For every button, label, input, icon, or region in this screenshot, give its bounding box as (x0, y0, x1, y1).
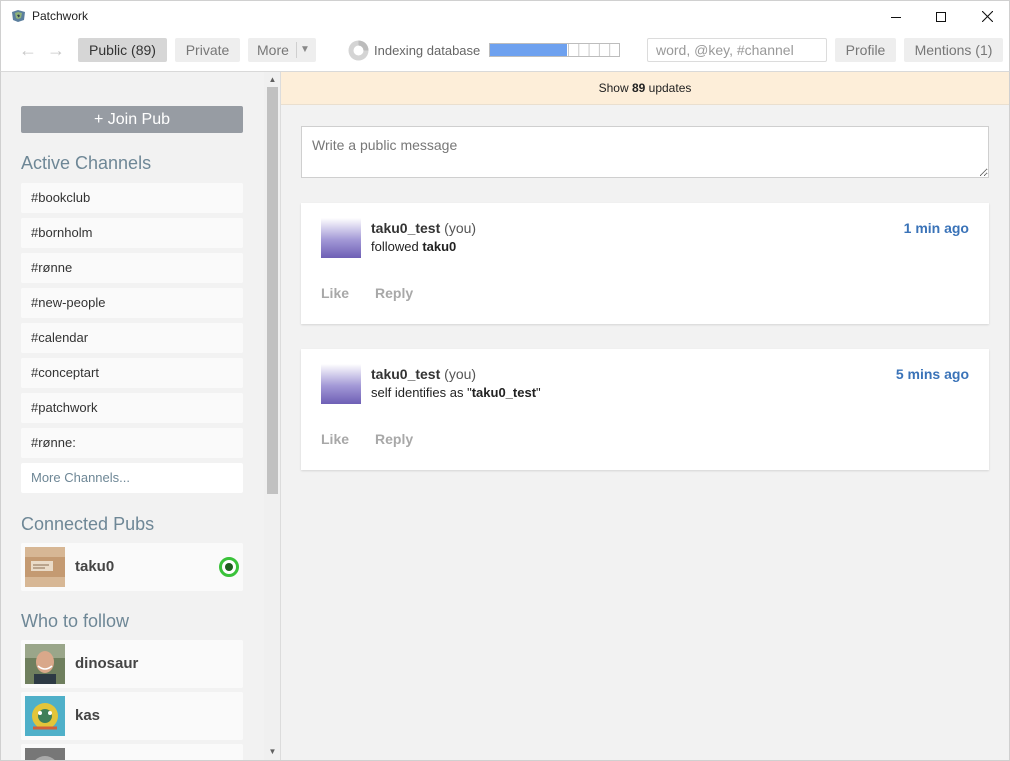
post-timestamp[interactable]: 1 min ago (904, 220, 969, 236)
channel-item[interactable]: #rønne: (21, 428, 243, 458)
show-updates-bar[interactable]: Show 89 updates (281, 72, 1009, 105)
content-suffix: " (536, 385, 541, 400)
close-button[interactable] (964, 1, 1010, 32)
more-menu-button[interactable]: More ▼ (248, 38, 316, 62)
feed-post: taku0_test (you) self identifies as "tak… (301, 349, 989, 470)
main-feed: Show 89 updates taku0_test (you) followe… (281, 72, 1010, 761)
toolbar: ← → Public (89) Private More ▼ Indexing … (0, 31, 1010, 72)
user-avatar (25, 696, 65, 736)
content-text: self identifies as " (371, 385, 472, 400)
pub-name: taku0 (75, 558, 115, 575)
forward-arrow-icon[interactable]: → (46, 40, 66, 60)
post-author-line: taku0_test (you) (371, 366, 476, 382)
channel-item[interactable]: #patchwork (21, 393, 243, 423)
who-to-follow-title: Who to follow (21, 611, 130, 631)
connected-pubs-title: Connected Pubs (21, 514, 155, 534)
search-input[interactable] (647, 38, 827, 62)
more-divider (296, 42, 297, 58)
indexing-label: Indexing database (374, 43, 481, 58)
indexing-progress-bar (489, 43, 620, 57)
profile-button[interactable]: Profile (835, 38, 896, 62)
user-name: dinosaur (75, 655, 139, 672)
updates-suffix: updates (645, 81, 692, 95)
author-name[interactable]: taku0_test (371, 220, 440, 236)
progress-fill (490, 44, 568, 56)
like-button[interactable]: Like (321, 285, 349, 301)
you-label: (you) (440, 220, 477, 236)
scroll-up-icon[interactable]: ▲ (267, 74, 278, 86)
sidebar-scrollbar[interactable]: ▲ ▼ (264, 72, 280, 761)
indexing-spinner-icon (348, 40, 369, 61)
public-feed-button[interactable]: Public (89) (78, 38, 167, 62)
you-label: (you) (440, 366, 477, 382)
join-pub-button[interactable]: + Join Pub (21, 106, 243, 133)
follow-suggestion[interactable]: kas (21, 692, 243, 740)
maximize-icon (936, 11, 946, 22)
more-channels-link[interactable]: More Channels... (21, 463, 243, 493)
post-content: self identifies as "taku0_test" (371, 385, 541, 400)
post-timestamp[interactable]: 5 mins ago (896, 366, 969, 382)
window-title: Patchwork (32, 9, 89, 23)
author-name[interactable]: taku0_test (371, 366, 440, 382)
pub-card[interactable]: taku0 (21, 543, 243, 591)
close-icon (981, 11, 993, 22)
author-avatar[interactable] (321, 218, 361, 258)
channel-item[interactable]: #new-people (21, 288, 243, 318)
channel-item[interactable]: #bornholm (21, 218, 243, 248)
sidebar: + Join Pub Active Channels #bookclub #bo… (0, 72, 281, 761)
back-arrow-icon[interactable]: ← (18, 40, 38, 60)
public-message-input[interactable] (301, 126, 989, 178)
scroll-down-icon[interactable]: ▼ (267, 746, 278, 758)
author-avatar[interactable] (321, 364, 361, 404)
scrollbar-thumb[interactable] (267, 87, 278, 494)
title-bar: Patchwork (0, 0, 1010, 31)
updates-prefix: Show (598, 81, 632, 95)
user-name: kas (75, 707, 101, 724)
like-button[interactable]: Like (321, 431, 349, 447)
content-link[interactable]: taku0 (422, 239, 456, 254)
feed-post: taku0_test (you) followed taku0 1 min ag… (301, 203, 989, 324)
mentions-button[interactable]: Mentions (1) (904, 38, 1003, 62)
caret-down-icon[interactable]: ▼ (300, 38, 310, 62)
content-link[interactable]: taku0_test (472, 385, 536, 400)
maximize-button[interactable] (918, 1, 964, 32)
active-channels-title: Active Channels (21, 153, 152, 173)
reply-button[interactable]: Reply (375, 285, 413, 301)
pub-avatar (25, 547, 65, 587)
channel-item[interactable]: #rønne (21, 253, 243, 283)
reply-button[interactable]: Reply (375, 431, 413, 447)
minimize-icon (891, 16, 901, 18)
user-avatar (25, 644, 65, 684)
minimize-button[interactable] (873, 1, 919, 32)
more-label: More (257, 42, 289, 58)
channel-item[interactable]: #calendar (21, 323, 243, 353)
online-status-icon (219, 557, 239, 577)
updates-count: 89 (631, 81, 646, 95)
content-text: followed (371, 239, 423, 254)
private-feed-button[interactable]: Private (175, 38, 240, 62)
channel-item[interactable]: #conceptart (21, 358, 243, 388)
follow-suggestion[interactable] (21, 744, 243, 761)
channel-item[interactable]: #bookclub (21, 183, 243, 213)
post-content: followed taku0 (371, 239, 456, 254)
follow-suggestion[interactable]: dinosaur (21, 640, 243, 688)
patchwork-logo-icon (12, 10, 25, 22)
post-author-line: taku0_test (you) (371, 220, 476, 236)
